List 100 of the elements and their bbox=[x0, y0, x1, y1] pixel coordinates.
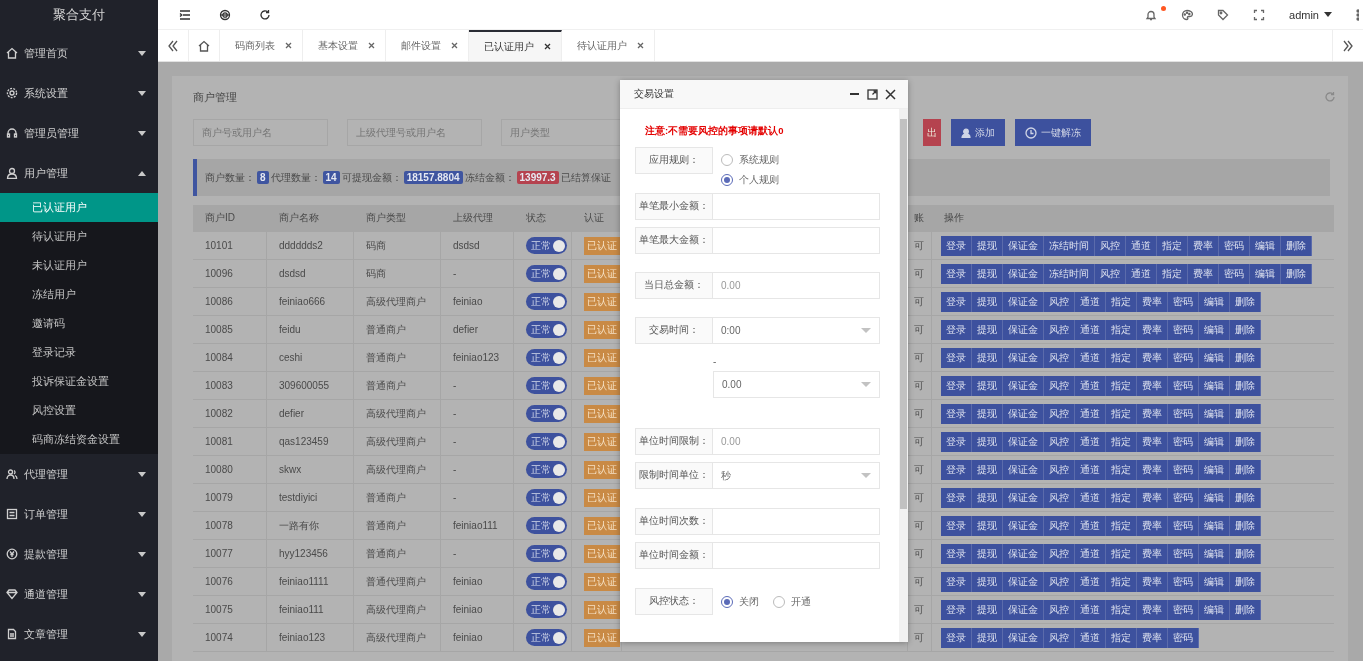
action-button[interactable]: 删除 bbox=[1230, 431, 1261, 452]
action-button[interactable]: 提现 bbox=[972, 459, 1003, 480]
action-button[interactable]: 登录 bbox=[941, 459, 972, 480]
action-button[interactable]: 编辑 bbox=[1199, 487, 1230, 508]
menu-icon[interactable] bbox=[179, 8, 191, 21]
tag-icon[interactable] bbox=[1217, 8, 1230, 21]
action-button[interactable]: 指定 bbox=[1106, 291, 1137, 312]
home-icon[interactable] bbox=[198, 39, 210, 52]
action-button[interactable]: 通道 bbox=[1075, 487, 1106, 508]
action-button[interactable]: 保证金 bbox=[1003, 627, 1044, 648]
action-button[interactable]: 冻结时间 bbox=[1044, 235, 1095, 256]
action-button[interactable]: 风控 bbox=[1044, 375, 1075, 396]
status-toggle[interactable]: 正常 bbox=[526, 489, 567, 506]
status-toggle[interactable]: 正常 bbox=[526, 405, 567, 422]
maximize-icon[interactable] bbox=[867, 88, 878, 100]
status-toggle[interactable]: 正常 bbox=[526, 461, 567, 478]
select-field[interactable]: 秒 bbox=[713, 462, 880, 489]
action-button[interactable]: 登录 bbox=[941, 627, 972, 648]
action-button[interactable]: 费率 bbox=[1188, 235, 1219, 256]
action-button[interactable]: 登录 bbox=[941, 515, 972, 536]
sidebar-subitem[interactable]: 登录记录 bbox=[0, 338, 158, 367]
action-button[interactable]: 删除 bbox=[1281, 235, 1312, 256]
action-button[interactable]: 费率 bbox=[1137, 319, 1168, 340]
action-button[interactable]: 编辑 bbox=[1199, 515, 1230, 536]
action-button[interactable]: 风控 bbox=[1095, 235, 1126, 256]
sidebar-item[interactable]: 订单管理 bbox=[0, 494, 158, 534]
action-button[interactable]: 保证金 bbox=[1003, 291, 1044, 312]
close-icon[interactable] bbox=[544, 43, 551, 50]
fullscreen-icon[interactable] bbox=[1253, 8, 1266, 21]
action-button[interactable]: 风控 bbox=[1044, 543, 1075, 564]
action-button[interactable]: 删除 bbox=[1281, 263, 1312, 284]
sidebar-item[interactable]: 通道管理 bbox=[0, 574, 158, 614]
action-button[interactable]: 密码 bbox=[1168, 459, 1199, 480]
sidebar-item[interactable]: 管理首页 bbox=[0, 33, 158, 73]
action-button[interactable]: 登录 bbox=[941, 375, 972, 396]
action-button[interactable]: 登录 bbox=[941, 319, 972, 340]
action-button[interactable]: 登录 bbox=[941, 235, 972, 256]
sidebar-item[interactable]: 管理员管理 bbox=[0, 113, 158, 153]
action-button[interactable]: 登录 bbox=[941, 599, 972, 620]
action-button[interactable]: 登录 bbox=[941, 347, 972, 368]
action-button[interactable]: 保证金 bbox=[1003, 403, 1044, 424]
action-button[interactable]: 保证金 bbox=[1003, 543, 1044, 564]
tab[interactable]: 待认证用户 bbox=[562, 30, 655, 61]
action-button[interactable]: 编辑 bbox=[1199, 403, 1230, 424]
action-button[interactable]: 指定 bbox=[1106, 515, 1137, 536]
input-field[interactable]: 0.00 bbox=[713, 428, 880, 455]
sidebar-subitem[interactable]: 冻结用户 bbox=[0, 280, 158, 309]
action-button[interactable]: 通道 bbox=[1075, 515, 1106, 536]
action-button[interactable]: 提现 bbox=[972, 599, 1003, 620]
action-button[interactable]: 保证金 bbox=[1003, 487, 1044, 508]
action-button[interactable]: 编辑 bbox=[1199, 347, 1230, 368]
status-toggle[interactable]: 正常 bbox=[526, 545, 567, 562]
tab[interactable]: 已认证用户 bbox=[469, 30, 562, 61]
action-button[interactable]: 通道 bbox=[1126, 263, 1157, 284]
action-button[interactable]: 风控 bbox=[1044, 319, 1075, 340]
status-toggle[interactable]: 正常 bbox=[526, 573, 567, 590]
sidebar-item[interactable]: 系统设置 bbox=[0, 73, 158, 113]
action-button[interactable]: 风控 bbox=[1044, 487, 1075, 508]
action-button[interactable]: 保证金 bbox=[1003, 263, 1044, 284]
status-toggle[interactable]: 正常 bbox=[526, 629, 567, 646]
action-button[interactable]: 编辑 bbox=[1199, 543, 1230, 564]
action-button[interactable]: 风控 bbox=[1044, 347, 1075, 368]
action-button[interactable]: 指定 bbox=[1106, 487, 1137, 508]
toolbar-button[interactable]: 添加 bbox=[951, 119, 1005, 146]
action-button[interactable]: 风控 bbox=[1044, 403, 1075, 424]
select-field[interactable]: 0:00 bbox=[713, 317, 880, 344]
action-button[interactable]: 登录 bbox=[941, 263, 972, 284]
action-button[interactable]: 费率 bbox=[1137, 571, 1168, 592]
action-button[interactable]: 登录 bbox=[941, 403, 972, 424]
action-button[interactable]: 风控 bbox=[1044, 291, 1075, 312]
action-button[interactable]: 通道 bbox=[1075, 459, 1106, 480]
action-button[interactable]: 保证金 bbox=[1003, 431, 1044, 452]
radio-option[interactable]: 关闭 bbox=[721, 594, 759, 609]
action-button[interactable]: 指定 bbox=[1157, 263, 1188, 284]
globe-icon[interactable] bbox=[219, 8, 231, 21]
action-button[interactable]: 风控 bbox=[1044, 459, 1075, 480]
action-button[interactable]: 删除 bbox=[1230, 487, 1261, 508]
action-button[interactable]: 通道 bbox=[1075, 571, 1106, 592]
action-button[interactable]: 费率 bbox=[1137, 599, 1168, 620]
status-toggle[interactable]: 正常 bbox=[526, 517, 567, 534]
action-button[interactable]: 指定 bbox=[1106, 375, 1137, 396]
action-button[interactable]: 通道 bbox=[1075, 347, 1106, 368]
action-button[interactable]: 通道 bbox=[1075, 431, 1106, 452]
action-button[interactable]: 通道 bbox=[1075, 291, 1106, 312]
action-button[interactable]: 通道 bbox=[1075, 403, 1106, 424]
action-button[interactable]: 编辑 bbox=[1199, 599, 1230, 620]
action-button[interactable]: 提现 bbox=[972, 571, 1003, 592]
status-toggle[interactable]: 正常 bbox=[526, 601, 567, 618]
action-button[interactable]: 指定 bbox=[1106, 403, 1137, 424]
action-button[interactable]: 密码 bbox=[1168, 347, 1199, 368]
action-button[interactable]: 提现 bbox=[972, 235, 1003, 256]
action-button[interactable]: 保证金 bbox=[1003, 459, 1044, 480]
action-button[interactable]: 通道 bbox=[1075, 599, 1106, 620]
action-button[interactable]: 登录 bbox=[941, 543, 972, 564]
action-button[interactable]: 编辑 bbox=[1199, 571, 1230, 592]
action-button[interactable]: 删除 bbox=[1230, 375, 1261, 396]
action-button[interactable]: 通道 bbox=[1126, 235, 1157, 256]
action-button[interactable]: 指定 bbox=[1157, 235, 1188, 256]
action-button[interactable]: 登录 bbox=[941, 571, 972, 592]
close-icon[interactable] bbox=[285, 42, 292, 49]
